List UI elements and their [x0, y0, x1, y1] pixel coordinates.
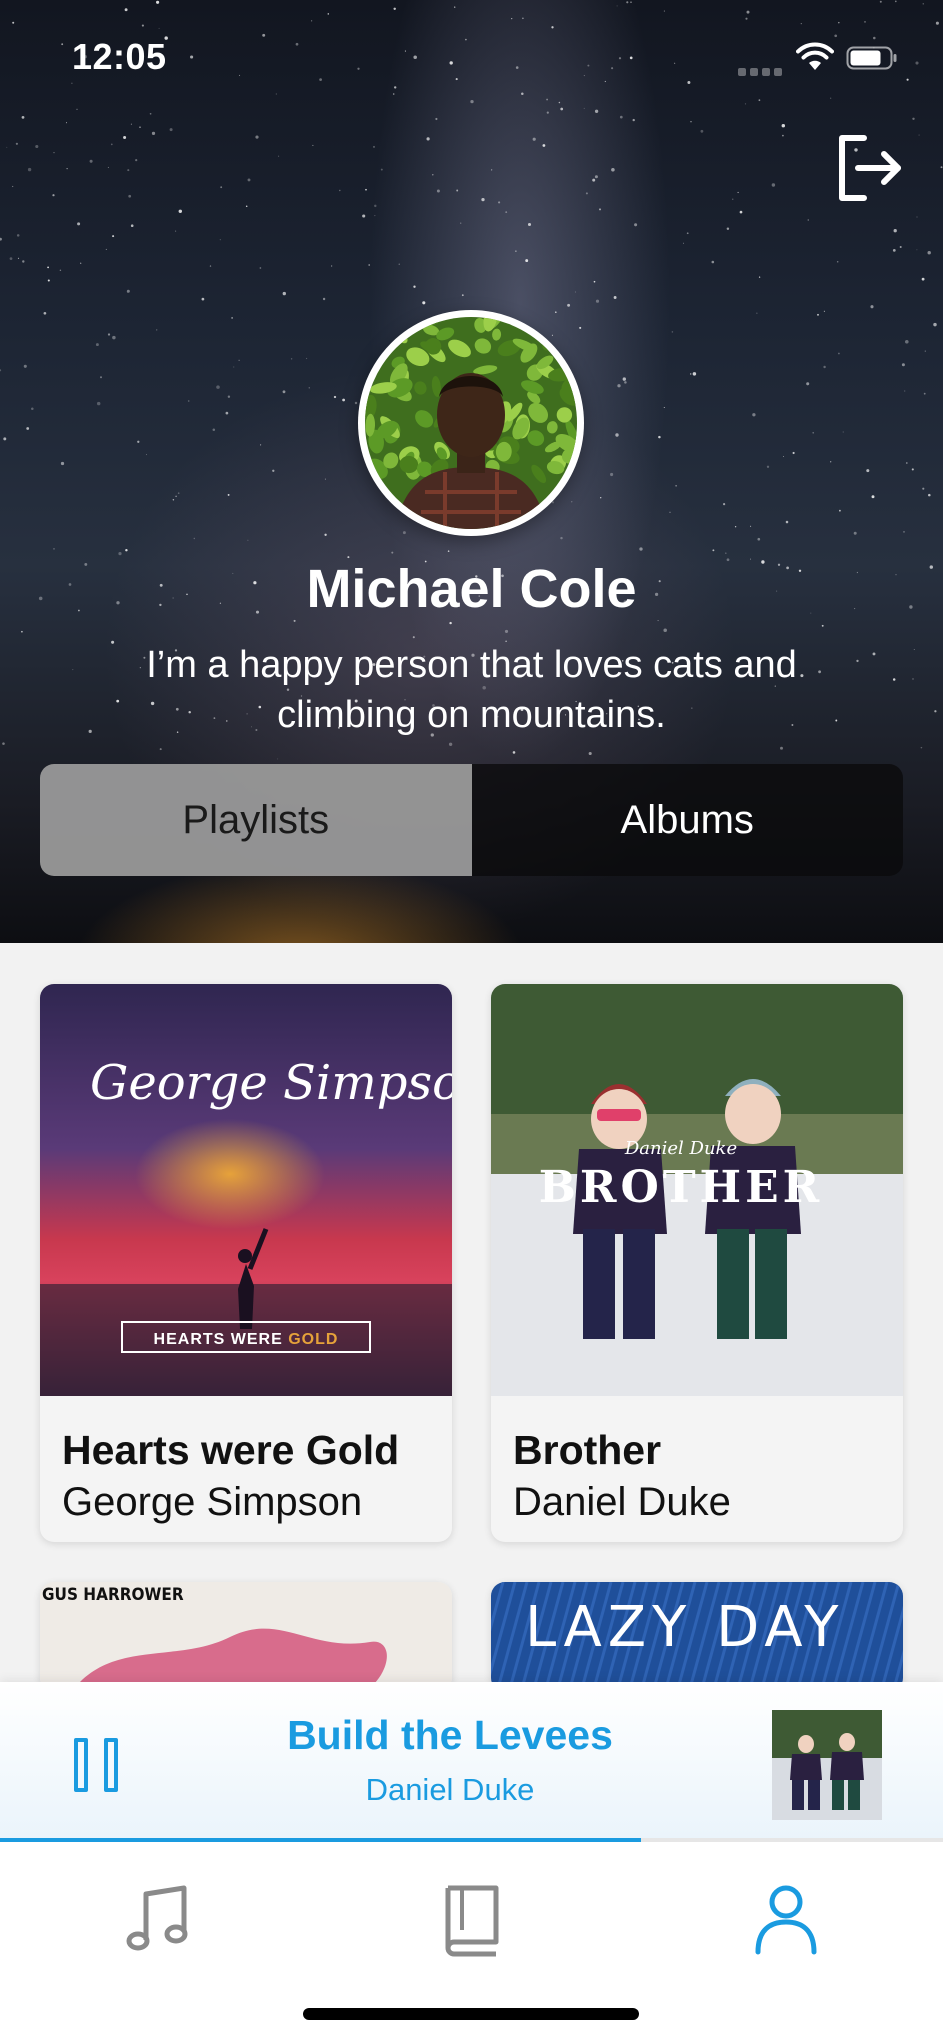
avatar	[358, 310, 584, 536]
book-icon[interactable]	[432, 1878, 512, 1958]
cover-artist-text: Daniel Duke	[624, 1138, 737, 1159]
profile-name: Michael Cole	[306, 559, 637, 619]
album-cover-lazy-day: LAZY DAY	[491, 1582, 903, 1692]
album-title: Brother	[513, 1427, 662, 1473]
album-title: Hearts were Gold	[62, 1427, 400, 1473]
person-icon[interactable]	[746, 1878, 826, 1958]
home-indicator	[303, 2008, 639, 2020]
cover-caption: HEARTS WERE GOLD	[154, 1331, 339, 1348]
album-card[interactable]: George Simpson HEARTS WERE GOLD Hearts w…	[40, 984, 452, 1542]
profile-bio: I’m a happy person that loves cats and c…	[146, 644, 797, 736]
cover-title-text: BROTHER	[539, 1162, 824, 1213]
album-cover-hearts-were-gold: George Simpson HEARTS WERE GOLD	[40, 984, 452, 1396]
album-card[interactable]: GUS HARROWER	[40, 1582, 452, 1692]
now-playing-bar[interactable]: Build the Levees Daniel Duke	[0, 1682, 943, 1842]
album-cover-brother: Daniel Duke BROTHER	[491, 984, 903, 1396]
profile-header: 12:05 Michael Cole I’m a happy person th…	[0, 0, 943, 943]
now-playing-artist: Daniel Duke	[365, 1772, 535, 1807]
album-artist: George Simpson	[62, 1480, 363, 1524]
cover-script-text: George Simpson	[90, 1055, 452, 1111]
album-cover-gus-harrower: GUS HARROWER	[40, 1582, 452, 1692]
tab-bar	[0, 1842, 943, 2042]
profile-photo	[365, 317, 577, 529]
segmented-control: Playlists Albums	[40, 764, 903, 876]
album-card[interactable]: LAZY DAY	[491, 1582, 903, 1692]
logout-icon[interactable]	[834, 132, 902, 204]
album-card[interactable]: Daniel Duke BROTHER Brother Daniel Duke	[491, 984, 903, 1542]
tab-playlists[interactable]: Playlists	[40, 764, 472, 876]
cover-label: GUS HARROWER	[42, 1585, 184, 1605]
album-artist: Daniel Duke	[513, 1480, 731, 1524]
status-time: 12:05	[72, 36, 167, 77]
now-playing-title: Build the Levees	[287, 1712, 613, 1758]
wifi-icon	[796, 42, 834, 70]
now-playing-artwork	[772, 1710, 882, 1820]
tab-albums[interactable]: Albums	[472, 764, 904, 876]
music-note-icon[interactable]	[118, 1878, 198, 1958]
cover-label: LAZY DAY	[525, 1595, 844, 1660]
battery-icon	[846, 46, 897, 70]
cellular-signal-icon	[738, 63, 786, 81]
status-bar: 12:05	[0, 0, 943, 110]
